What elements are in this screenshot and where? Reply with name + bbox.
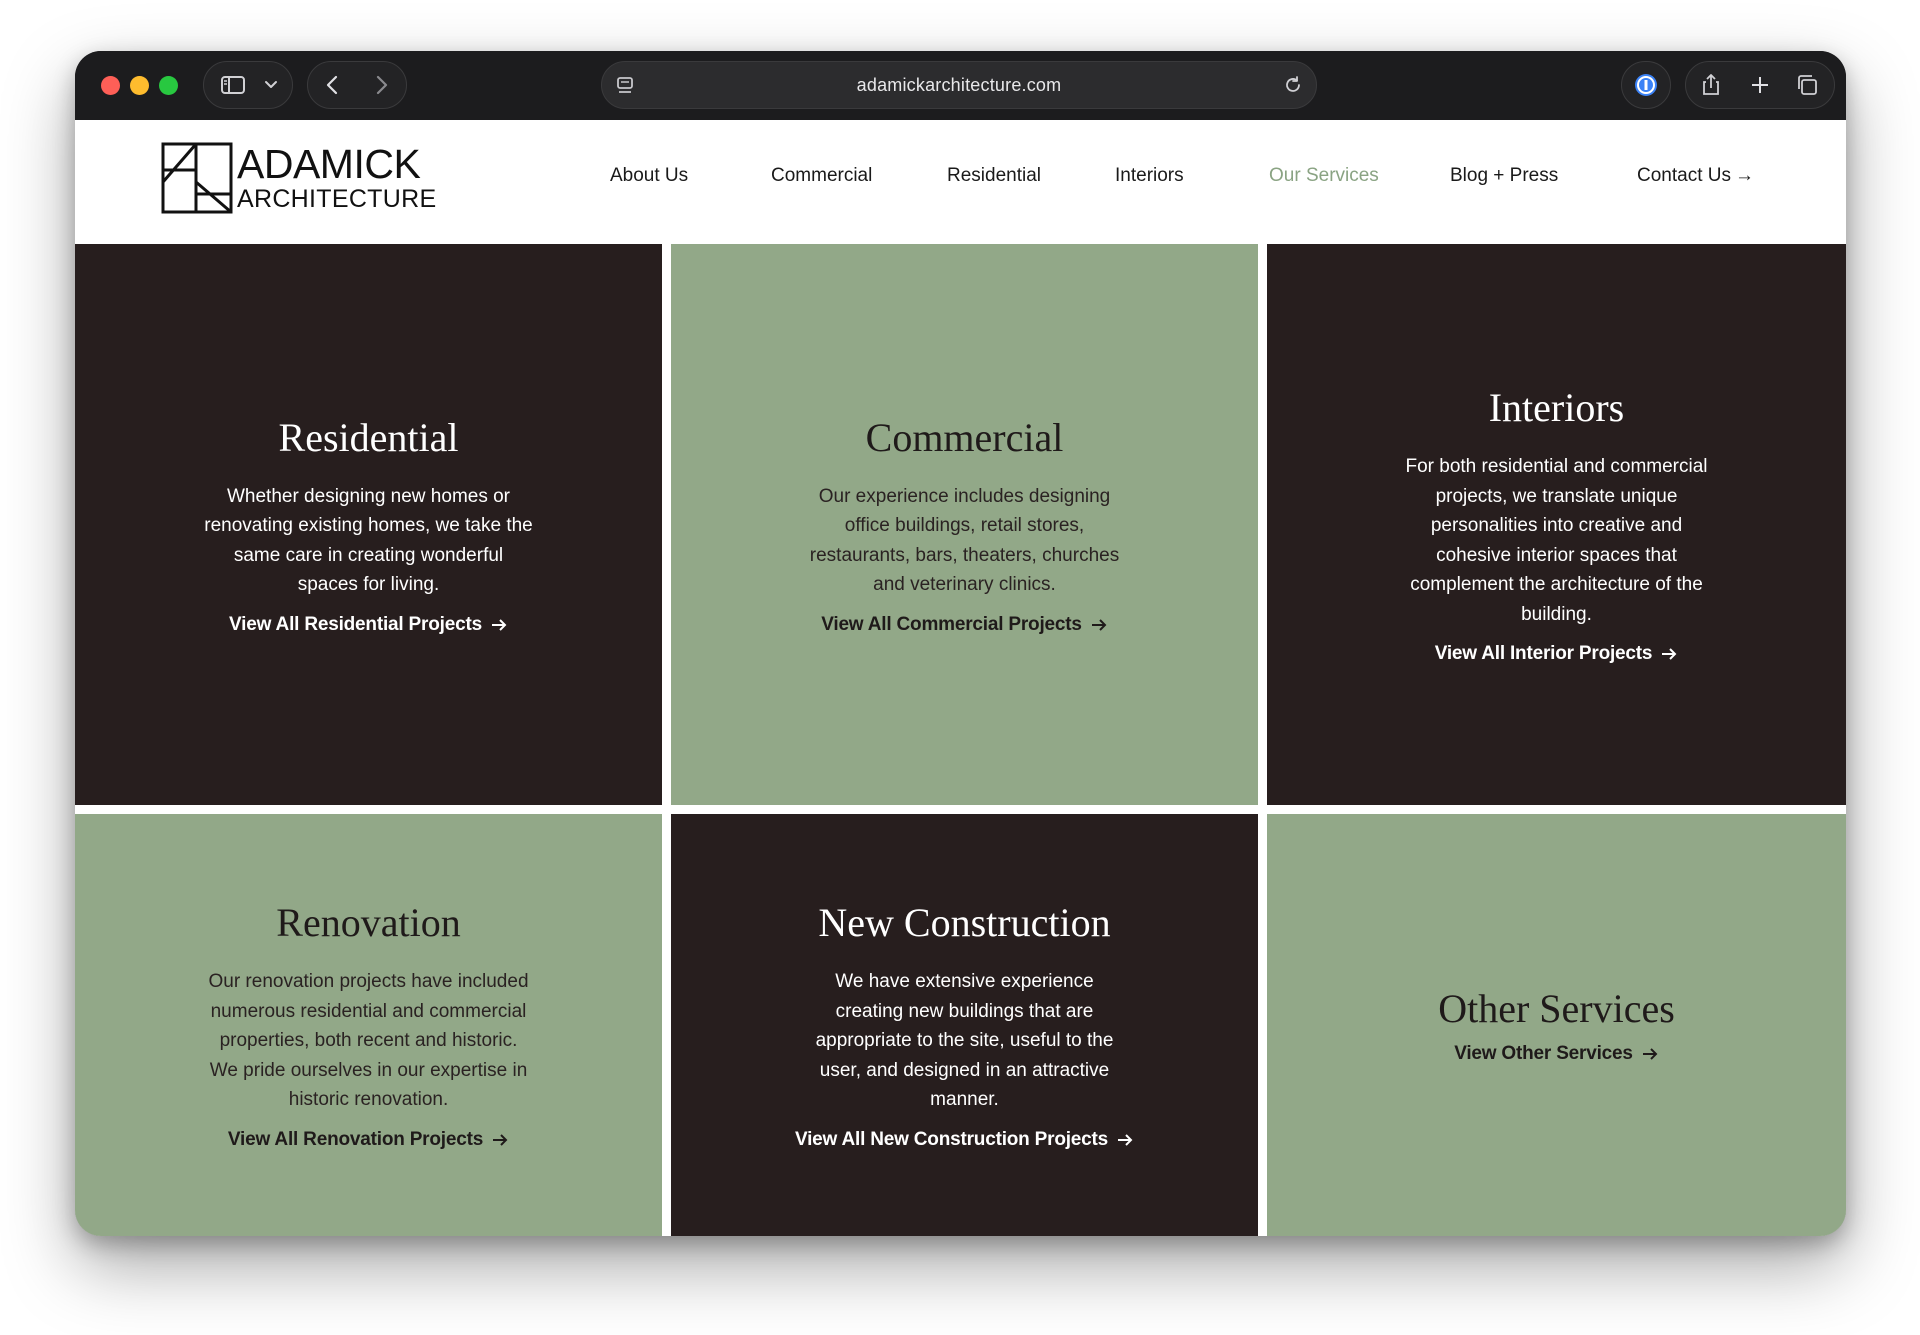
sidebar-icon[interactable] bbox=[216, 68, 250, 102]
service-description: Whether designing new homes or renovatin… bbox=[204, 485, 533, 596]
new-tab-icon[interactable] bbox=[1743, 68, 1777, 102]
service-tile-commercial: Commercial Our experience includes desig… bbox=[671, 244, 1258, 805]
main-nav: About Us Commercial Residential Interior… bbox=[75, 165, 1846, 195]
link-label: View Other Services bbox=[1454, 1043, 1633, 1064]
sidebar-toggle-group bbox=[203, 61, 293, 109]
nav-residential[interactable]: Residential bbox=[947, 165, 1041, 187]
reload-icon[interactable] bbox=[1276, 68, 1310, 102]
arrow-right-icon bbox=[1118, 1134, 1133, 1146]
share-icon[interactable] bbox=[1694, 68, 1728, 102]
forward-arrow-icon[interactable] bbox=[364, 68, 398, 102]
view-commercial-projects-link[interactable]: View All Commercial Projects bbox=[821, 614, 1108, 636]
link-label: View All Commercial Projects bbox=[821, 613, 1082, 635]
service-description: Our experience includes designing office… bbox=[809, 485, 1120, 596]
service-tile-residential: Residential Whether designing new homes … bbox=[75, 244, 662, 805]
history-nav-group bbox=[307, 61, 407, 109]
nav-commercial[interactable]: Commercial bbox=[771, 165, 872, 187]
arrow-right-icon bbox=[1642, 1048, 1658, 1060]
service-tile-new-construction: New Construction We have extensive exper… bbox=[671, 814, 1258, 1236]
link-label: View All Renovation Projects bbox=[227, 1128, 484, 1150]
chevron-down-icon[interactable] bbox=[254, 68, 288, 102]
nav-blog-press[interactable]: Blog + Press bbox=[1450, 165, 1558, 187]
back-arrow-icon[interactable] bbox=[316, 68, 350, 102]
browser-toolbar: adamickarchitecture.com bbox=[75, 51, 1846, 120]
window-actions-group bbox=[1685, 61, 1835, 109]
service-tile-renovation: Renovation Our renovation projects have … bbox=[75, 814, 662, 1236]
service-title: New Construction bbox=[818, 900, 1111, 946]
link-label: View All New Construction Projects bbox=[794, 1128, 1109, 1150]
view-residential-projects-link[interactable]: View All Residential Projects bbox=[229, 614, 508, 636]
service-title: Commercial bbox=[865, 414, 1064, 460]
link-label: View All Residential Projects bbox=[229, 613, 482, 635]
nav-interiors[interactable]: Interiors bbox=[1115, 165, 1184, 187]
service-title: Interiors bbox=[1488, 385, 1625, 430]
password-manager-icon[interactable] bbox=[1629, 68, 1663, 102]
arrow-right-icon bbox=[491, 618, 507, 631]
password-extension-group bbox=[1621, 61, 1671, 109]
nav-contact-us: Contact Us bbox=[1637, 165, 1731, 186]
view-interior-projects-link[interactable]: View All Interior Projects bbox=[1435, 643, 1679, 665]
nav-contact-us-link[interactable]: Contact Us → bbox=[1637, 165, 1754, 187]
service-title: Residential bbox=[278, 414, 459, 460]
view-other-services-link[interactable]: View Other Services bbox=[1454, 1043, 1659, 1065]
zoom-window-button[interactable] bbox=[159, 76, 178, 95]
view-new-construction-projects-link[interactable]: View All New Construction Projects bbox=[795, 1129, 1134, 1151]
nav-about-us[interactable]: About Us bbox=[610, 165, 688, 187]
close-window-button[interactable] bbox=[101, 76, 120, 95]
service-tile-interiors: Interiors For both residential and comme… bbox=[1267, 244, 1846, 805]
arrow-right-icon bbox=[1091, 618, 1107, 631]
service-description: We have extensive experience creating ne… bbox=[815, 971, 1114, 1111]
minimize-window-button[interactable] bbox=[130, 76, 149, 95]
services-grid: Residential Whether designing new homes … bbox=[75, 244, 1846, 1236]
nav-our-services[interactable]: Our Services bbox=[1269, 165, 1379, 187]
browser-window: adamickarchitecture.com ADAMICK ARCHITEC… bbox=[75, 51, 1846, 1236]
view-renovation-projects-link[interactable]: View All Renovation Projects bbox=[228, 1129, 509, 1151]
site-header: ADAMICK ARCHITECTURE About Us Commercial… bbox=[75, 120, 1846, 244]
service-tile-other-services: Other Services View Other Services bbox=[1267, 814, 1846, 1236]
arrow-right-icon bbox=[493, 1134, 508, 1146]
service-title: Renovation bbox=[276, 900, 461, 946]
link-label: View All Interior Projects bbox=[1434, 643, 1653, 664]
service-title: Other Services bbox=[1438, 986, 1675, 1031]
arrow-right-icon bbox=[1662, 648, 1677, 660]
service-description: For both residential and commercial proj… bbox=[1405, 456, 1708, 625]
arrow-right-icon: → bbox=[1734, 165, 1754, 186]
service-description: Our renovation projects have included nu… bbox=[208, 971, 529, 1111]
tab-overview-icon[interactable] bbox=[1790, 68, 1824, 102]
url-text: adamickarchitecture.com bbox=[856, 75, 1062, 95]
address-bar[interactable]: adamickarchitecture.com bbox=[601, 61, 1317, 109]
